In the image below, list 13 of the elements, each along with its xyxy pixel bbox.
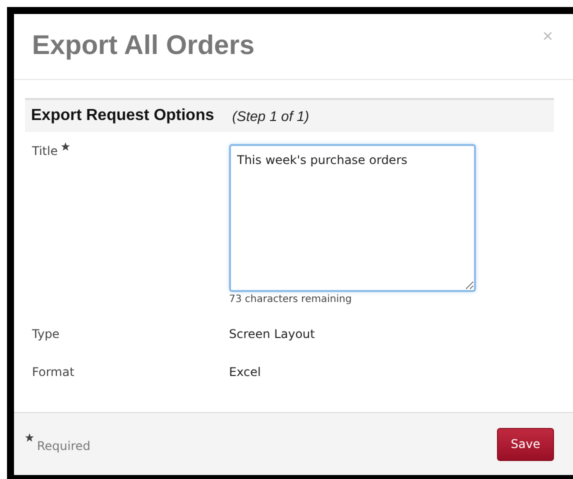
field-label: Format (32, 365, 74, 379)
characters-remaining-text: 73 characters remaining (229, 294, 353, 305)
section-title: Export Request Options (31, 107, 214, 125)
field-value: Excel (229, 365, 261, 379)
title-field[interactable]: This week's purchase orders (229, 144, 476, 292)
save-button[interactable]: Save (497, 428, 554, 460)
step-indicator: (Step 1 of 1) (232, 108, 310, 124)
field-label: Title (32, 144, 58, 158)
field-value: Screen Layout (229, 327, 315, 341)
required-note: Required (37, 439, 90, 453)
dialog-title: Export All Orders (32, 30, 255, 61)
field-label: Type (32, 327, 60, 341)
required-star-icon (25, 433, 34, 442)
